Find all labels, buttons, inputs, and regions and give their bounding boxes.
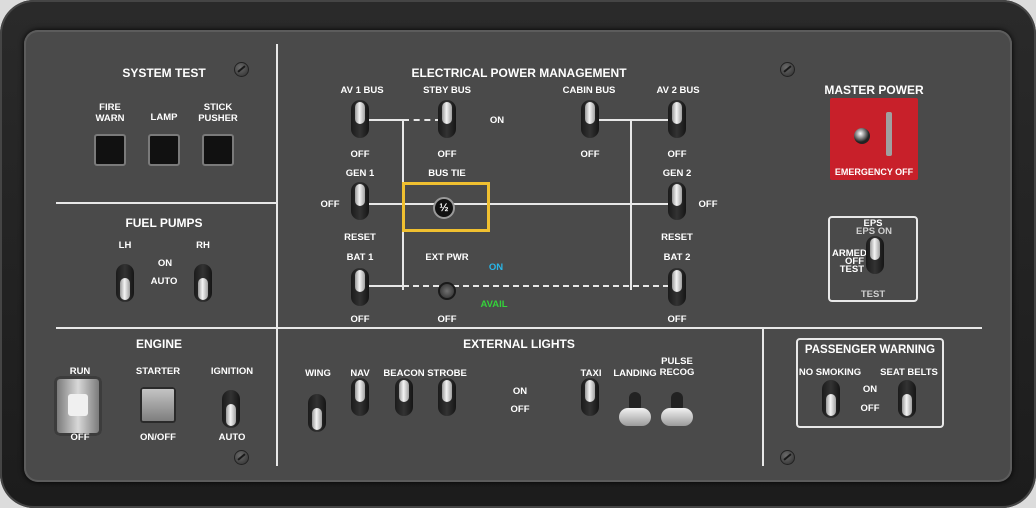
seat-belts-label: SEAT BELTS — [880, 367, 938, 378]
starter-label: STARTER — [135, 366, 181, 377]
ext-pwr-button[interactable] — [438, 282, 456, 300]
ignition-state-label: AUTO — [218, 432, 246, 443]
screw-icon — [780, 450, 795, 465]
lock-icon — [68, 394, 88, 416]
screw-icon — [234, 62, 249, 77]
av2-bus-label: AV 2 BUS — [656, 85, 700, 96]
av1-bus-label: AV 1 BUS — [340, 85, 384, 96]
ext-pwr-off-label: OFF — [437, 314, 457, 325]
pulse-recog-switch[interactable] — [660, 392, 694, 428]
cabin-bus-label: CABIN BUS — [562, 85, 616, 96]
divider-lights-passenger — [762, 329, 764, 466]
landing-light-switch[interactable] — [618, 392, 652, 428]
starter-state-label: ON/OFF — [140, 432, 176, 443]
wing-label: WING — [305, 368, 331, 379]
gen1-off-label: OFF — [320, 199, 340, 210]
bus-line-right-vertical — [630, 120, 632, 290]
fuel-pumps-title: FUEL PUMPS — [125, 216, 203, 230]
emergency-off-label: EMERGENCY OFF — [834, 167, 914, 177]
fire-warn-test-button[interactable] — [94, 134, 126, 166]
bat1-off-label: OFF — [350, 314, 370, 325]
no-smoking-label: NO SMOKING — [798, 367, 862, 378]
pax-on-label: ON — [862, 384, 878, 395]
eps-test-label: TEST — [839, 264, 864, 275]
divider-system-fuel — [56, 202, 276, 204]
gen2-reset-label: RESET — [661, 232, 693, 243]
divider-horizontal — [56, 327, 982, 329]
bat1-label: BAT 1 — [346, 252, 374, 263]
lights-off-label: OFF — [510, 404, 530, 415]
ext-pwr-avail-label: AVAIL — [480, 299, 508, 310]
ext-pwr-label: EXT PWR — [425, 252, 469, 263]
bat2-off-label: OFF — [667, 314, 687, 325]
fuel-lh-label: LH — [118, 240, 132, 251]
av1-off-label: OFF — [350, 149, 370, 160]
fuel-on-label: ON — [157, 258, 173, 269]
epm-title: ELECTRICAL POWER MANAGEMENT — [411, 66, 627, 80]
fire-warn-label: FIRE WARN — [95, 102, 125, 124]
bus-line — [367, 285, 403, 287]
stick-pusher-test-button[interactable] — [202, 134, 234, 166]
gen1-reset-label: RESET — [344, 232, 376, 243]
power-knob-icon — [854, 128, 870, 144]
emergency-off-guard[interactable]: EMERGENCY OFF — [830, 98, 918, 180]
eps-test-bottom-label: TEST — [860, 289, 886, 300]
av2-off-label: OFF — [667, 149, 687, 160]
cabin-off-label: OFF — [580, 149, 600, 160]
lamp-label: LAMP — [150, 112, 178, 123]
run-off-label: OFF — [70, 432, 90, 443]
pulse-recog-label: PULSE RECOG — [659, 356, 695, 378]
starter-button[interactable] — [140, 387, 176, 423]
gen1-label: GEN 1 — [345, 168, 375, 179]
bus-line — [367, 119, 403, 121]
engine-title: ENGINE — [135, 337, 182, 351]
bus-tie-label: BUS TIE — [428, 168, 466, 179]
pax-off-label: OFF — [860, 403, 880, 414]
bus-tie-knob[interactable]: ½ — [433, 197, 455, 219]
stby-dashed-line — [403, 119, 441, 121]
fuel-auto-label: AUTO — [150, 276, 178, 287]
passenger-warning-title: PASSENGER WARNING — [804, 344, 936, 356]
stby-bus-label: STBY BUS — [423, 85, 471, 96]
bus-line — [598, 119, 668, 121]
lamp-test-button[interactable] — [148, 134, 180, 166]
bus-tie-knob-label: ½ — [439, 202, 449, 214]
gen2-label: GEN 2 — [662, 168, 692, 179]
lights-on-label: ON — [512, 386, 528, 397]
guard-hinge — [886, 112, 892, 156]
stby-off-label: OFF — [437, 149, 457, 160]
ignition-label: IGNITION — [210, 366, 254, 377]
gen2-off-label: OFF — [698, 199, 718, 210]
stby-on-label: ON — [489, 115, 505, 126]
external-lights-title: EXTERNAL LIGHTS — [463, 337, 575, 351]
run-guarded-switch[interactable] — [54, 376, 102, 436]
system-test-title: SYSTEM TEST — [122, 66, 206, 80]
master-power-title: MASTER POWER — [824, 83, 924, 97]
ext-pwr-on-label: ON — [488, 262, 504, 273]
divider-left — [276, 44, 278, 466]
stick-pusher-label: STICK PUSHER — [198, 102, 238, 124]
bat2-label: BAT 2 — [663, 252, 691, 263]
screw-icon — [234, 450, 249, 465]
overhead-panel: SYSTEM TEST FIRE WARN LAMP STICK PUSHER … — [24, 30, 1012, 482]
fuel-rh-label: RH — [196, 240, 210, 251]
screw-icon — [780, 62, 795, 77]
